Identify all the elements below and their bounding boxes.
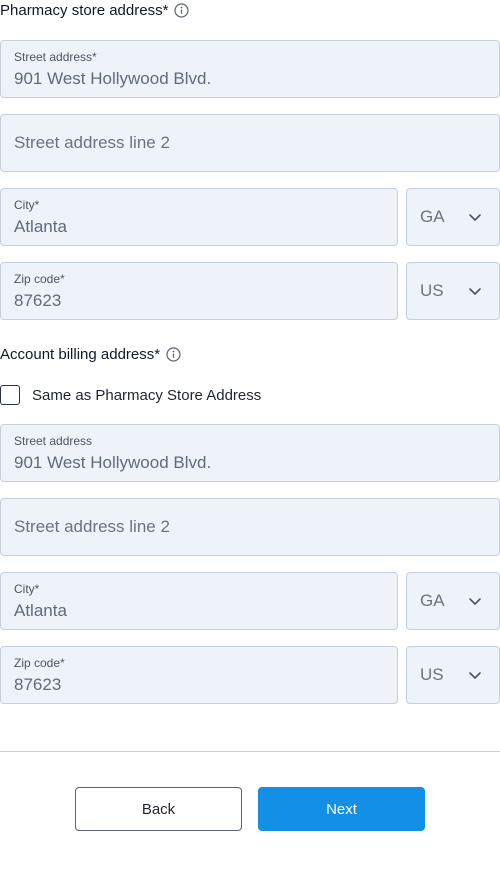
chevron-down-icon: [468, 596, 482, 606]
billing-street2-placeholder: Street address line 2: [14, 517, 170, 536]
pharmacy-zip-label: Zip code*: [14, 272, 65, 286]
same-as-pharmacy-checkbox[interactable]: [0, 385, 20, 405]
chevron-down-icon: [468, 212, 482, 222]
billing-city-value: Atlanta: [14, 601, 67, 620]
billing-city-label: City*: [14, 582, 40, 596]
billing-zip-field[interactable]: Zip code* 87623: [0, 646, 398, 704]
pharmacy-state-select[interactable]: GA: [406, 188, 500, 246]
pharmacy-street-value: 901 West Hollywood Blvd.: [14, 69, 212, 88]
next-button[interactable]: Next: [258, 787, 425, 831]
pharmacy-title-text: Pharmacy store address*: [0, 2, 169, 19]
footer-divider: [0, 751, 500, 752]
billing-section-title: Account billing address*: [0, 346, 181, 363]
billing-state-value: GA: [420, 591, 445, 610]
pharmacy-state-value: GA: [420, 207, 445, 226]
billing-street-value: 901 West Hollywood Blvd.: [14, 453, 212, 472]
pharmacy-city-field[interactable]: City* Atlanta: [0, 188, 398, 246]
pharmacy-city-value: Atlanta: [14, 217, 67, 236]
pharmacy-country-value: US: [420, 281, 444, 300]
billing-zip-value: 87623: [14, 675, 62, 694]
same-as-pharmacy-row[interactable]: Same as Pharmacy Store Address: [0, 385, 261, 405]
billing-title-text: Account billing address*: [0, 346, 161, 363]
chevron-down-icon: [468, 286, 482, 296]
billing-country-select[interactable]: US: [406, 646, 500, 704]
pharmacy-street-field[interactable]: Street address* 901 West Hollywood Blvd.: [0, 40, 500, 98]
billing-zip-label: Zip code*: [14, 656, 65, 670]
back-button[interactable]: Back: [75, 787, 242, 831]
pharmacy-street2-field[interactable]: Street address line 2: [0, 114, 500, 172]
billing-street-field[interactable]: Street address 901 West Hollywood Blvd.: [0, 424, 500, 482]
pharmacy-city-label: City*: [14, 198, 40, 212]
pharmacy-country-select[interactable]: US: [406, 262, 500, 320]
info-icon[interactable]: [166, 347, 181, 362]
pharmacy-street2-placeholder: Street address line 2: [14, 133, 170, 152]
same-as-pharmacy-label[interactable]: Same as Pharmacy Store Address: [32, 387, 261, 404]
billing-city-field[interactable]: City* Atlanta: [0, 572, 398, 630]
billing-street-label: Street address: [14, 434, 93, 448]
info-icon[interactable]: [174, 3, 190, 18]
pharmacy-zip-field[interactable]: Zip code* 87623: [0, 262, 398, 320]
pharmacy-section-title: Pharmacy store address*: [0, 2, 190, 19]
chevron-down-icon: [468, 670, 482, 680]
pharmacy-street-label: Street address*: [14, 50, 97, 64]
billing-street2-field[interactable]: Street address line 2: [0, 498, 500, 556]
pharmacy-zip-value: 87623: [14, 291, 62, 310]
billing-state-select[interactable]: GA: [406, 572, 500, 630]
billing-country-value: US: [420, 665, 444, 684]
